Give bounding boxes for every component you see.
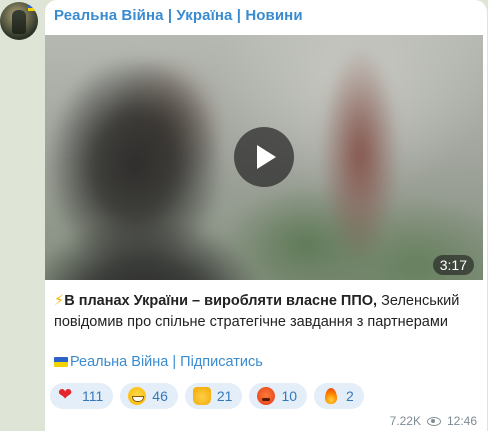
reaction-heart[interactable]: 111	[50, 383, 114, 409]
reaction-grin[interactable]: 46	[120, 383, 178, 409]
post-bold-text: В планах України – виробляти власне ППО,	[64, 293, 378, 309]
reaction-count: 21	[216, 388, 233, 404]
view-count: 7.22K	[389, 414, 421, 428]
soldier-figure-icon	[12, 10, 26, 34]
fire-icon	[322, 387, 340, 405]
reaction-count: 111	[82, 388, 104, 404]
thumbs-up-icon	[192, 387, 211, 405]
lightning-icon: ⚡	[54, 293, 65, 309]
message-time: 12:46	[446, 414, 477, 428]
channel-avatar[interactable]	[0, 2, 38, 40]
post-text: ⚡В планах України – виробляти власне ППО…	[54, 291, 474, 333]
reaction-count: 10	[281, 388, 298, 404]
flag-icon	[28, 5, 36, 11]
ukraine-flag-icon	[54, 357, 68, 367]
video-duration: 3:17	[432, 255, 474, 275]
reaction-fire[interactable]: 2	[314, 383, 364, 409]
video-player[interactable]: 3:17	[45, 35, 483, 280]
play-icon	[257, 145, 276, 169]
grinning-face-icon	[128, 387, 147, 405]
heart-icon	[58, 385, 76, 405]
channel-title[interactable]: Реальна Війна | Україна | Новини	[54, 7, 303, 24]
reaction-thumbs-up[interactable]: 21	[184, 383, 243, 409]
reaction-count: 2	[346, 388, 354, 404]
reaction-count: 46	[152, 388, 168, 404]
reactions-bar: 111 46 21 10 2	[50, 383, 364, 409]
subscribe-line: Реальна Війна | Підписатись	[54, 354, 263, 370]
message-bubble: Реальна Війна | Україна | Новини 3:17 ⚡В…	[45, 0, 487, 431]
play-button[interactable]	[234, 127, 294, 187]
subscribe-link[interactable]: Підписатись	[180, 354, 263, 370]
channel-link[interactable]: Реальна Війна	[70, 354, 168, 370]
separator: |	[168, 354, 181, 370]
eye-icon	[426, 416, 441, 426]
message-meta: 7.22K 12:46	[390, 414, 477, 428]
angry-face-icon	[257, 387, 276, 405]
reaction-angry[interactable]: 10	[249, 383, 308, 409]
